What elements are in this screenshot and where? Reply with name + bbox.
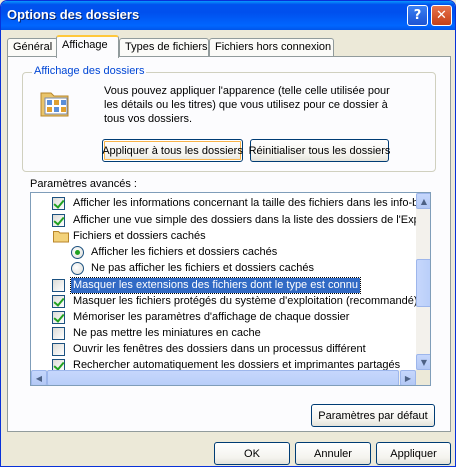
chevron-down-icon: ▼	[420, 357, 428, 367]
radio-button[interactable]	[71, 246, 84, 259]
cancel-button[interactable]: Annuler	[295, 442, 371, 465]
checkbox[interactable]	[52, 197, 65, 210]
list-item-label: Afficher les informations concernant la …	[73, 197, 431, 209]
list-item[interactable]: Afficher une vue simple des dossiers dan…	[31, 213, 431, 229]
apply-to-all-folders-button[interactable]: Appliquer à tous les dossiers	[102, 139, 243, 162]
radio-button[interactable]	[71, 262, 84, 275]
close-icon: ✕	[436, 8, 447, 23]
checkbox[interactable]	[52, 343, 65, 356]
list-item[interactable]: Ouvrir les fenêtres des dossiers dans un…	[31, 342, 430, 358]
list-item[interactable]: Masquer les fichiers protégés du système…	[31, 294, 430, 310]
scroll-right-button[interactable]: ▶	[400, 370, 416, 385]
tab-label: Affichage	[62, 39, 108, 51]
tab-fichiers-hors-connexion[interactable]: Fichiers hors connexion	[209, 38, 334, 56]
list-item[interactable]: Ne pas mettre les miniatures en cache	[31, 326, 430, 342]
list-item-label: Ne pas afficher les fichiers et dossiers…	[91, 262, 314, 274]
button-label: Réinitialiser tous les dossiers	[248, 144, 391, 157]
checkbox[interactable]	[52, 327, 65, 340]
scroll-down-button[interactable]: ▼	[416, 354, 430, 370]
reset-all-folders-button[interactable]: Réinitialiser tous les dossiers	[248, 139, 391, 162]
list-item-label: Masquer les extensions des fichiers dont…	[70, 277, 361, 294]
tab-label: Types de fichiers	[125, 41, 208, 53]
restore-defaults-button[interactable]: Paramètres par défaut	[311, 404, 435, 427]
tab-general[interactable]: Général	[7, 38, 58, 56]
list-item[interactable]: Ne pas afficher les fichiers et dossiers…	[31, 261, 430, 277]
chevron-left-icon: ◀	[35, 373, 43, 383]
tab-label: Fichiers hors connexion	[215, 41, 332, 53]
list-item-label: Fichiers et dossiers cachés	[73, 230, 206, 242]
horizontal-scroll-thumb[interactable]	[47, 370, 399, 385]
chevron-up-icon: ▲	[420, 196, 428, 206]
title-bar[interactable]: Options des dossiers ? ✕	[1, 1, 455, 30]
tab-label: Général	[13, 41, 53, 53]
chevron-right-icon: ▶	[404, 373, 412, 383]
list-item[interactable]: Afficher les informations concernant la …	[31, 196, 431, 212]
folder-view-legend: Affichage des dossiers	[32, 65, 147, 77]
help-icon: ?	[413, 8, 422, 23]
vertical-scroll-thumb[interactable]	[416, 259, 430, 307]
apply-button[interactable]: Appliquer	[376, 442, 451, 465]
checkbox[interactable]	[52, 311, 65, 324]
folder-icon	[53, 231, 69, 243]
help-button[interactable]: ?	[407, 5, 428, 26]
list-item-label: Masquer les fichiers protégés du système…	[73, 295, 418, 307]
button-label: Paramètres par défaut	[318, 409, 428, 422]
folder-options-dialog: Options des dossiers ? ✕ Général Afficha…	[0, 0, 456, 467]
list-item[interactable]: Afficher les fichiers et dossiers cachés	[31, 245, 430, 261]
ok-button[interactable]: OK	[214, 442, 290, 465]
scroll-up-button[interactable]: ▲	[416, 193, 430, 209]
list-item-label: Mémoriser les paramètres d'affichage de …	[73, 311, 350, 323]
list-item[interactable]: Mémoriser les paramètres d'affichage de …	[31, 310, 430, 326]
scroll-left-button[interactable]: ◀	[31, 370, 47, 385]
vertical-scrollbar[interactable]: ▲ ▼	[416, 193, 430, 370]
list-item-label: Ouvrir les fenêtres des dossiers dans un…	[73, 343, 366, 355]
close-button[interactable]: ✕	[431, 5, 452, 26]
checkbox[interactable]	[52, 214, 65, 227]
horizontal-scrollbar[interactable]: ◀ ▶	[31, 370, 416, 385]
list-item-label: Ne pas mettre les miniatures en cache	[73, 327, 261, 339]
button-label: OK	[244, 447, 260, 460]
folder-view-icon	[40, 92, 69, 117]
folder-view-description: Vous pouvez appliquer l'apparence (telle…	[104, 85, 390, 125]
button-label: Appliquer	[390, 447, 437, 460]
button-label: Appliquer à tous les dossiers	[102, 144, 243, 157]
list-item: Fichiers et dossiers cachés	[31, 229, 430, 245]
window-title: Options des dossiers	[7, 7, 140, 22]
tab-types-fichiers[interactable]: Types de fichiers	[119, 38, 209, 56]
list-item-label: Afficher les fichiers et dossiers cachés	[91, 246, 278, 258]
button-label: Annuler	[314, 447, 352, 460]
checkbox[interactable]	[52, 295, 65, 308]
checkbox[interactable]	[52, 279, 65, 292]
scrollbar-corner	[416, 370, 430, 385]
advanced-settings-list[interactable]: Afficher les informations concernant la …	[30, 192, 431, 386]
list-item[interactable]: Masquer les extensions des fichiers dont…	[31, 277, 430, 294]
tab-affichage[interactable]: Affichage	[56, 35, 119, 58]
advanced-settings-label: Paramètres avancés :	[30, 178, 137, 190]
list-item-label: Afficher une vue simple des dossiers dan…	[73, 214, 431, 226]
